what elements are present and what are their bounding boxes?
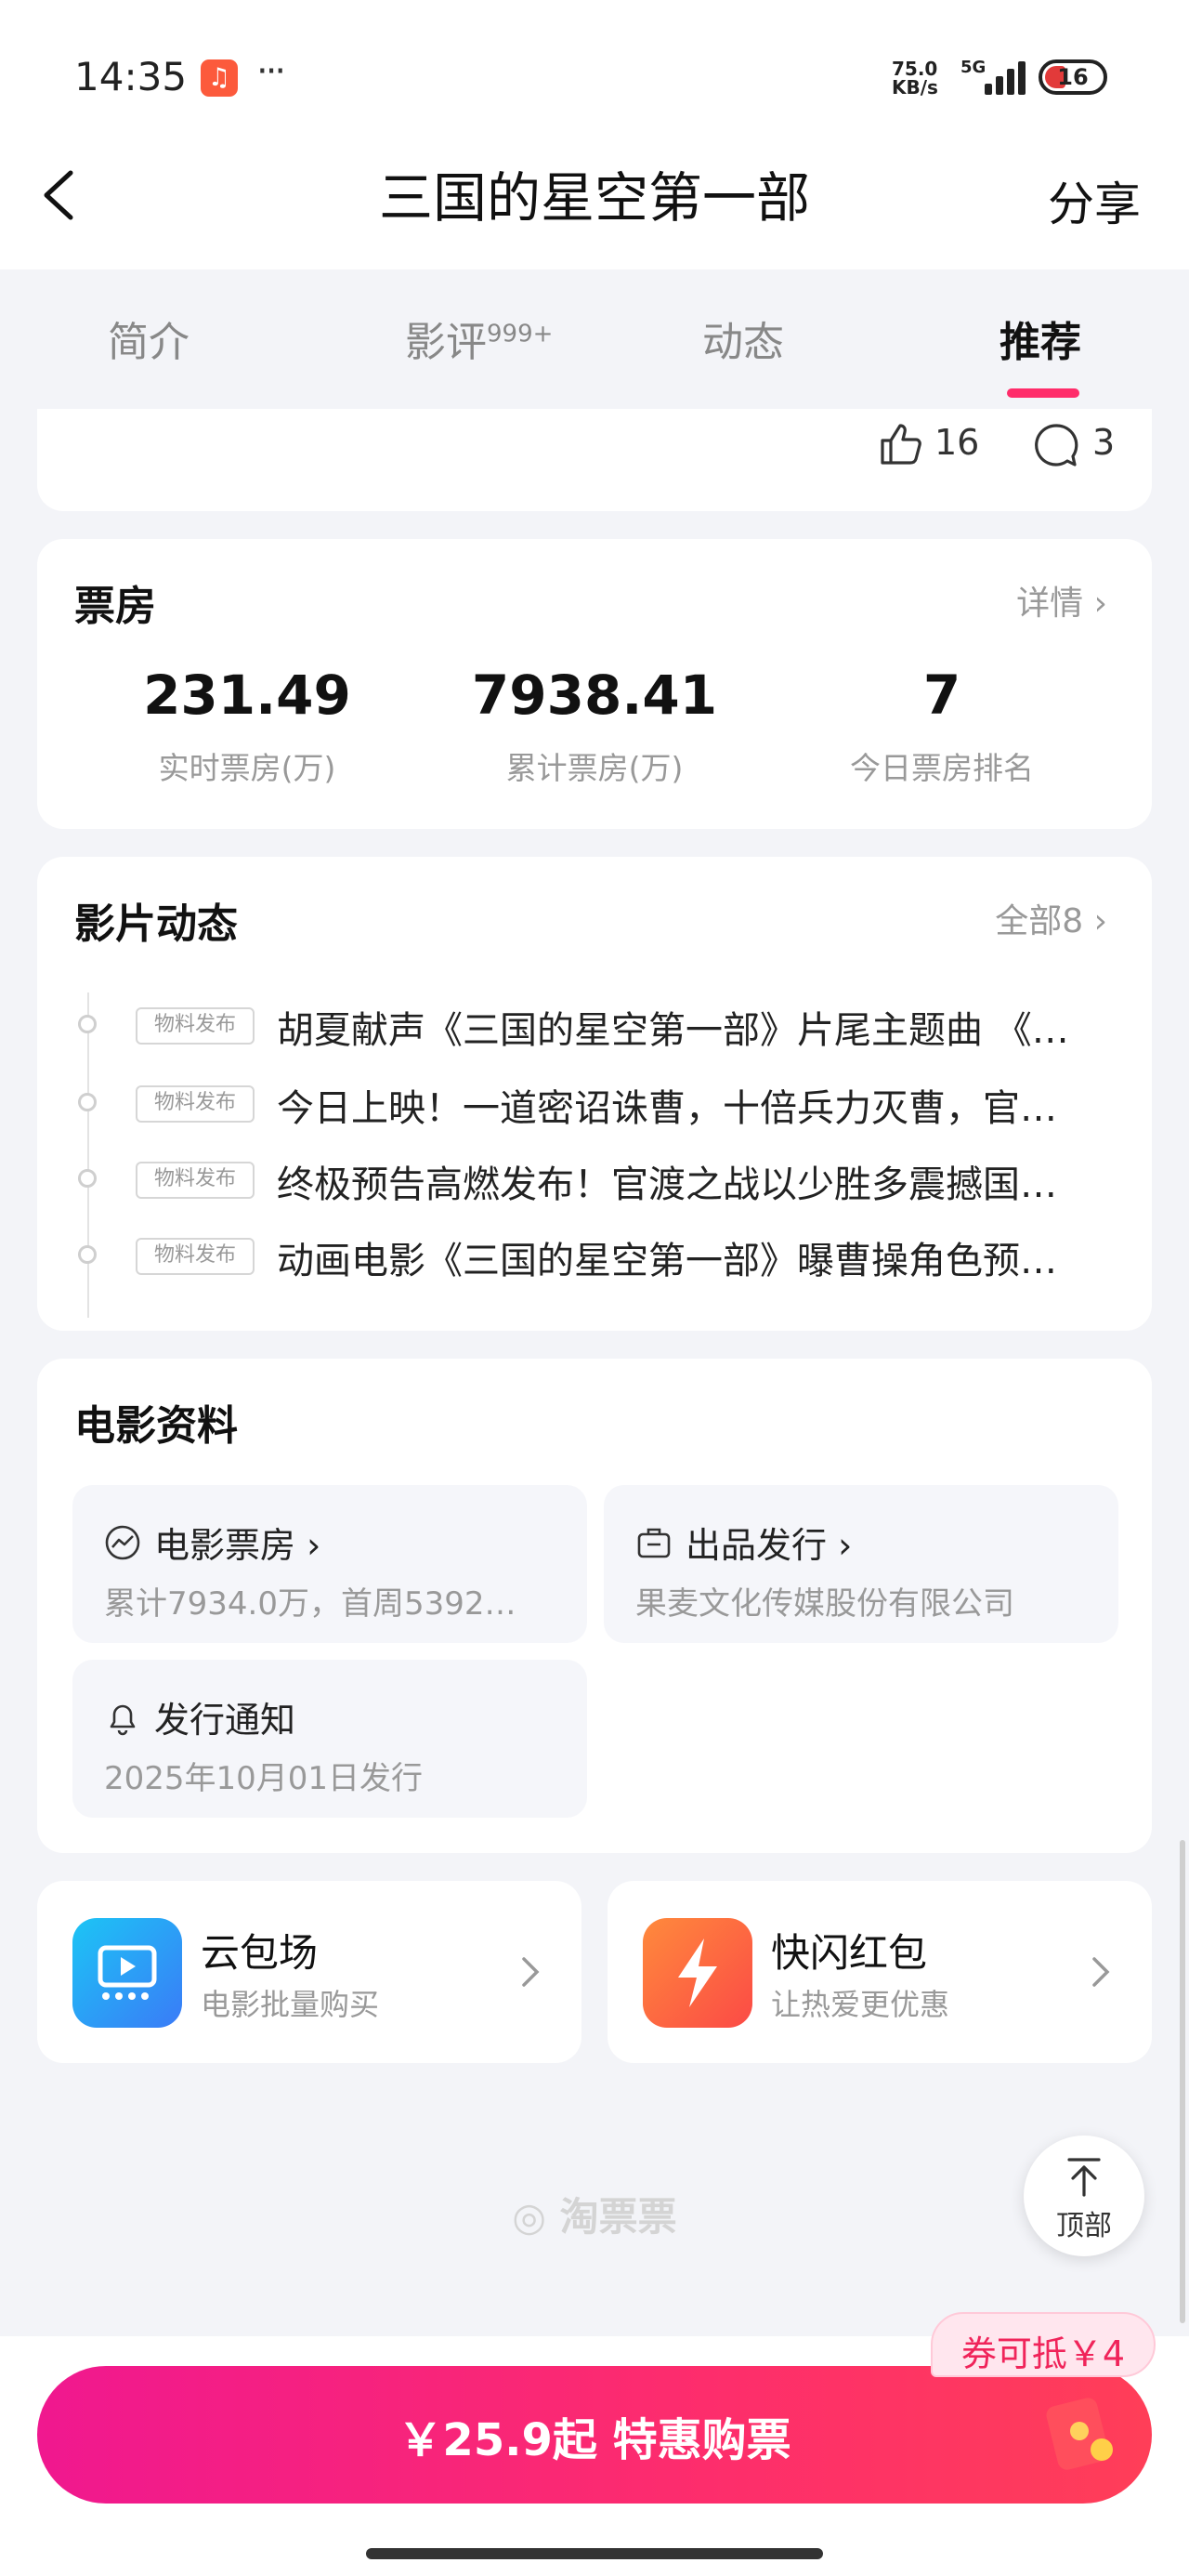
reviews-count-badge: 999+ xyxy=(487,320,554,348)
movie-news-title: 影片动态 xyxy=(74,900,238,948)
movie-info-title: 电影资料 xyxy=(74,1402,238,1450)
cinema-screen-icon xyxy=(72,1918,182,2028)
tab-reviews[interactable]: 影评999+ xyxy=(405,309,553,368)
red-envelope-icon xyxy=(1046,2398,1113,2470)
tab-news-label: 动态 xyxy=(702,319,784,366)
news-tag: 物料发布 xyxy=(136,1162,255,1199)
realtime-box-office-label: 实时票房(万) xyxy=(158,750,336,786)
bell-icon xyxy=(110,1704,136,1736)
battery-level: 16 xyxy=(1057,64,1089,90)
page-title: 三国的星空第一部 xyxy=(378,166,810,230)
chevron-right-icon: › xyxy=(1093,585,1107,623)
all-news-link[interactable]: 全部8 › xyxy=(995,894,1107,942)
tab-news[interactable]: 动态 xyxy=(702,309,784,368)
news-item[interactable]: 今日上映！一道密诏诛曹，十倍兵力灭曹，官… xyxy=(277,1078,1150,1132)
all-news-label: 全部8 xyxy=(995,902,1084,940)
total-box-office-label: 累计票房(万) xyxy=(505,750,684,786)
news-tag: 物料发布 xyxy=(136,1238,255,1275)
red-packet-subtitle: 让热爱更优惠 xyxy=(771,1987,950,2022)
back-to-top-button[interactable]: 顶部 xyxy=(1024,2136,1144,2256)
production-info-box[interactable]: 出品发行 › 果麦文化传媒股份有限公司 xyxy=(604,1485,1118,1643)
release-notice-box[interactable]: 发行通知 2025年10月01日发行 xyxy=(72,1660,587,1818)
chevron-right-icon: › xyxy=(1093,902,1107,940)
movie-news-card: 影片动态 全部8 › 物料发布 胡夏献声《三国的星空第一部》片尾主题曲 《… 物… xyxy=(37,857,1152,1331)
red-packet-title: 快闪红包 xyxy=(771,1930,928,1976)
back-to-top-label: 顶部 xyxy=(1056,2210,1112,2242)
tab-recommend[interactable]: 推荐 xyxy=(1000,309,1081,368)
like-icon[interactable] xyxy=(877,420,925,468)
more-notifications-icon: ··· xyxy=(256,50,286,93)
timeline-dot xyxy=(78,1245,97,1264)
network-speed-unit: KB/s xyxy=(892,76,938,99)
timeline-dot xyxy=(78,1169,97,1188)
chart-icon xyxy=(105,1525,140,1560)
cloud-booking-subtitle: 电影批量购买 xyxy=(201,1987,380,2022)
news-item[interactable]: 胡夏献声《三国的星空第一部》片尾主题曲 《… xyxy=(277,1000,1150,1054)
chevron-right-icon: › xyxy=(838,1525,853,1566)
music-app-icon: ♫ xyxy=(201,59,238,97)
box-office-title: 票房 xyxy=(74,583,156,630)
info-box-title: 电影票房 › xyxy=(154,1517,320,1568)
total-box-office-value: 7938.41 xyxy=(471,664,718,727)
news-item[interactable]: 动画电影《三国的星空第一部》曝曹操角色预… xyxy=(277,1230,1150,1284)
box-office-info-box[interactable]: 电影票房 › 累计7934.0万，首周5392… xyxy=(72,1485,587,1643)
cloud-booking-card[interactable]: 云包场 电影批量购买 xyxy=(37,1881,581,2063)
timeline-dot xyxy=(78,1015,97,1033)
coupon-badge: 券可抵￥4 xyxy=(931,2312,1156,2377)
lightning-icon xyxy=(643,1918,752,2028)
details-link-label: 详情 xyxy=(1016,585,1084,623)
today-rank-value: 7 xyxy=(922,664,961,727)
timeline-dot xyxy=(78,1093,97,1111)
signal-icon xyxy=(977,58,1029,95)
like-count: 16 xyxy=(934,422,980,463)
tab-recommend-label: 推荐 xyxy=(1000,319,1081,366)
box-office-info-title: 电影票房 xyxy=(154,1525,296,1566)
info-box-subtitle: 累计7934.0万，首周5392… xyxy=(104,1585,516,1623)
news-tag: 物料发布 xyxy=(136,1007,255,1045)
chevron-right-icon xyxy=(522,1957,540,1987)
info-box-subtitle: 2025年10月01日发行 xyxy=(104,1760,424,1797)
coupon-label: 券可抵￥4 xyxy=(960,2333,1126,2374)
logo-mascot-icon: ◎ xyxy=(512,2194,560,2240)
scrollbar-thumb[interactable] xyxy=(1180,1840,1185,2323)
cloud-booking-title: 云包场 xyxy=(201,1930,319,1976)
battery-icon: 16 xyxy=(1039,59,1107,95)
chevron-right-icon xyxy=(1092,1957,1110,1987)
home-indicator xyxy=(366,2548,823,2559)
movie-info-card: 电影资料 电影票房 › 累计7934.0万，首周5392… 出品发行 › 果麦文… xyxy=(37,1359,1152,1853)
active-tab-indicator xyxy=(1007,388,1079,398)
news-item[interactable]: 终极预告高燃发布！官渡之战以少胜多震撼国… xyxy=(277,1154,1150,1208)
news-tag: 物料发布 xyxy=(136,1085,255,1123)
network-speed: 75.0 KB/s xyxy=(892,59,938,97)
status-time: 14:35 xyxy=(74,54,188,99)
post-card-footer: 16 3 xyxy=(37,409,1152,511)
timeline-line xyxy=(87,992,89,1318)
logo-text: 淘票票 xyxy=(559,2194,677,2240)
share-button[interactable]: 分享 xyxy=(1048,167,1141,234)
arrow-up-icon xyxy=(1067,2158,1101,2197)
flash-red-packet-card[interactable]: 快闪红包 让热爱更优惠 xyxy=(608,1881,1152,2063)
comment-count: 3 xyxy=(1092,422,1116,463)
production-info-title: 出品发行 xyxy=(686,1525,828,1566)
realtime-box-office-value: 231.49 xyxy=(143,664,351,727)
network-speed-value: 75.0 xyxy=(892,58,938,80)
buy-ticket-button[interactable]: ￥25.9起 特惠购票 xyxy=(37,2366,1152,2504)
info-box-subtitle: 果麦文化传媒股份有限公司 xyxy=(635,1585,1014,1623)
tab-reviews-label: 影评 xyxy=(405,319,487,366)
info-box-title: 发行通知 xyxy=(154,1700,296,1741)
comment-icon[interactable] xyxy=(1033,422,1079,468)
info-box-title: 出品发行 › xyxy=(686,1517,852,1568)
tab-intro-label: 简介 xyxy=(108,319,189,366)
today-rank-label: 今日票房排名 xyxy=(850,750,1034,786)
briefcase-icon xyxy=(637,1528,671,1558)
box-office-details-link[interactable]: 详情 › xyxy=(1016,576,1107,624)
buy-ticket-label: ￥25.9起 特惠购票 xyxy=(398,2414,791,2466)
taopiaopiao-logo: ◎ 淘票票 xyxy=(0,2186,1189,2242)
box-office-card: 票房 详情 › 231.49 实时票房(万) 7938.41 累计票房(万) 7… xyxy=(37,539,1152,829)
tab-intro[interactable]: 简介 xyxy=(108,309,189,368)
chevron-right-icon: › xyxy=(307,1525,321,1566)
